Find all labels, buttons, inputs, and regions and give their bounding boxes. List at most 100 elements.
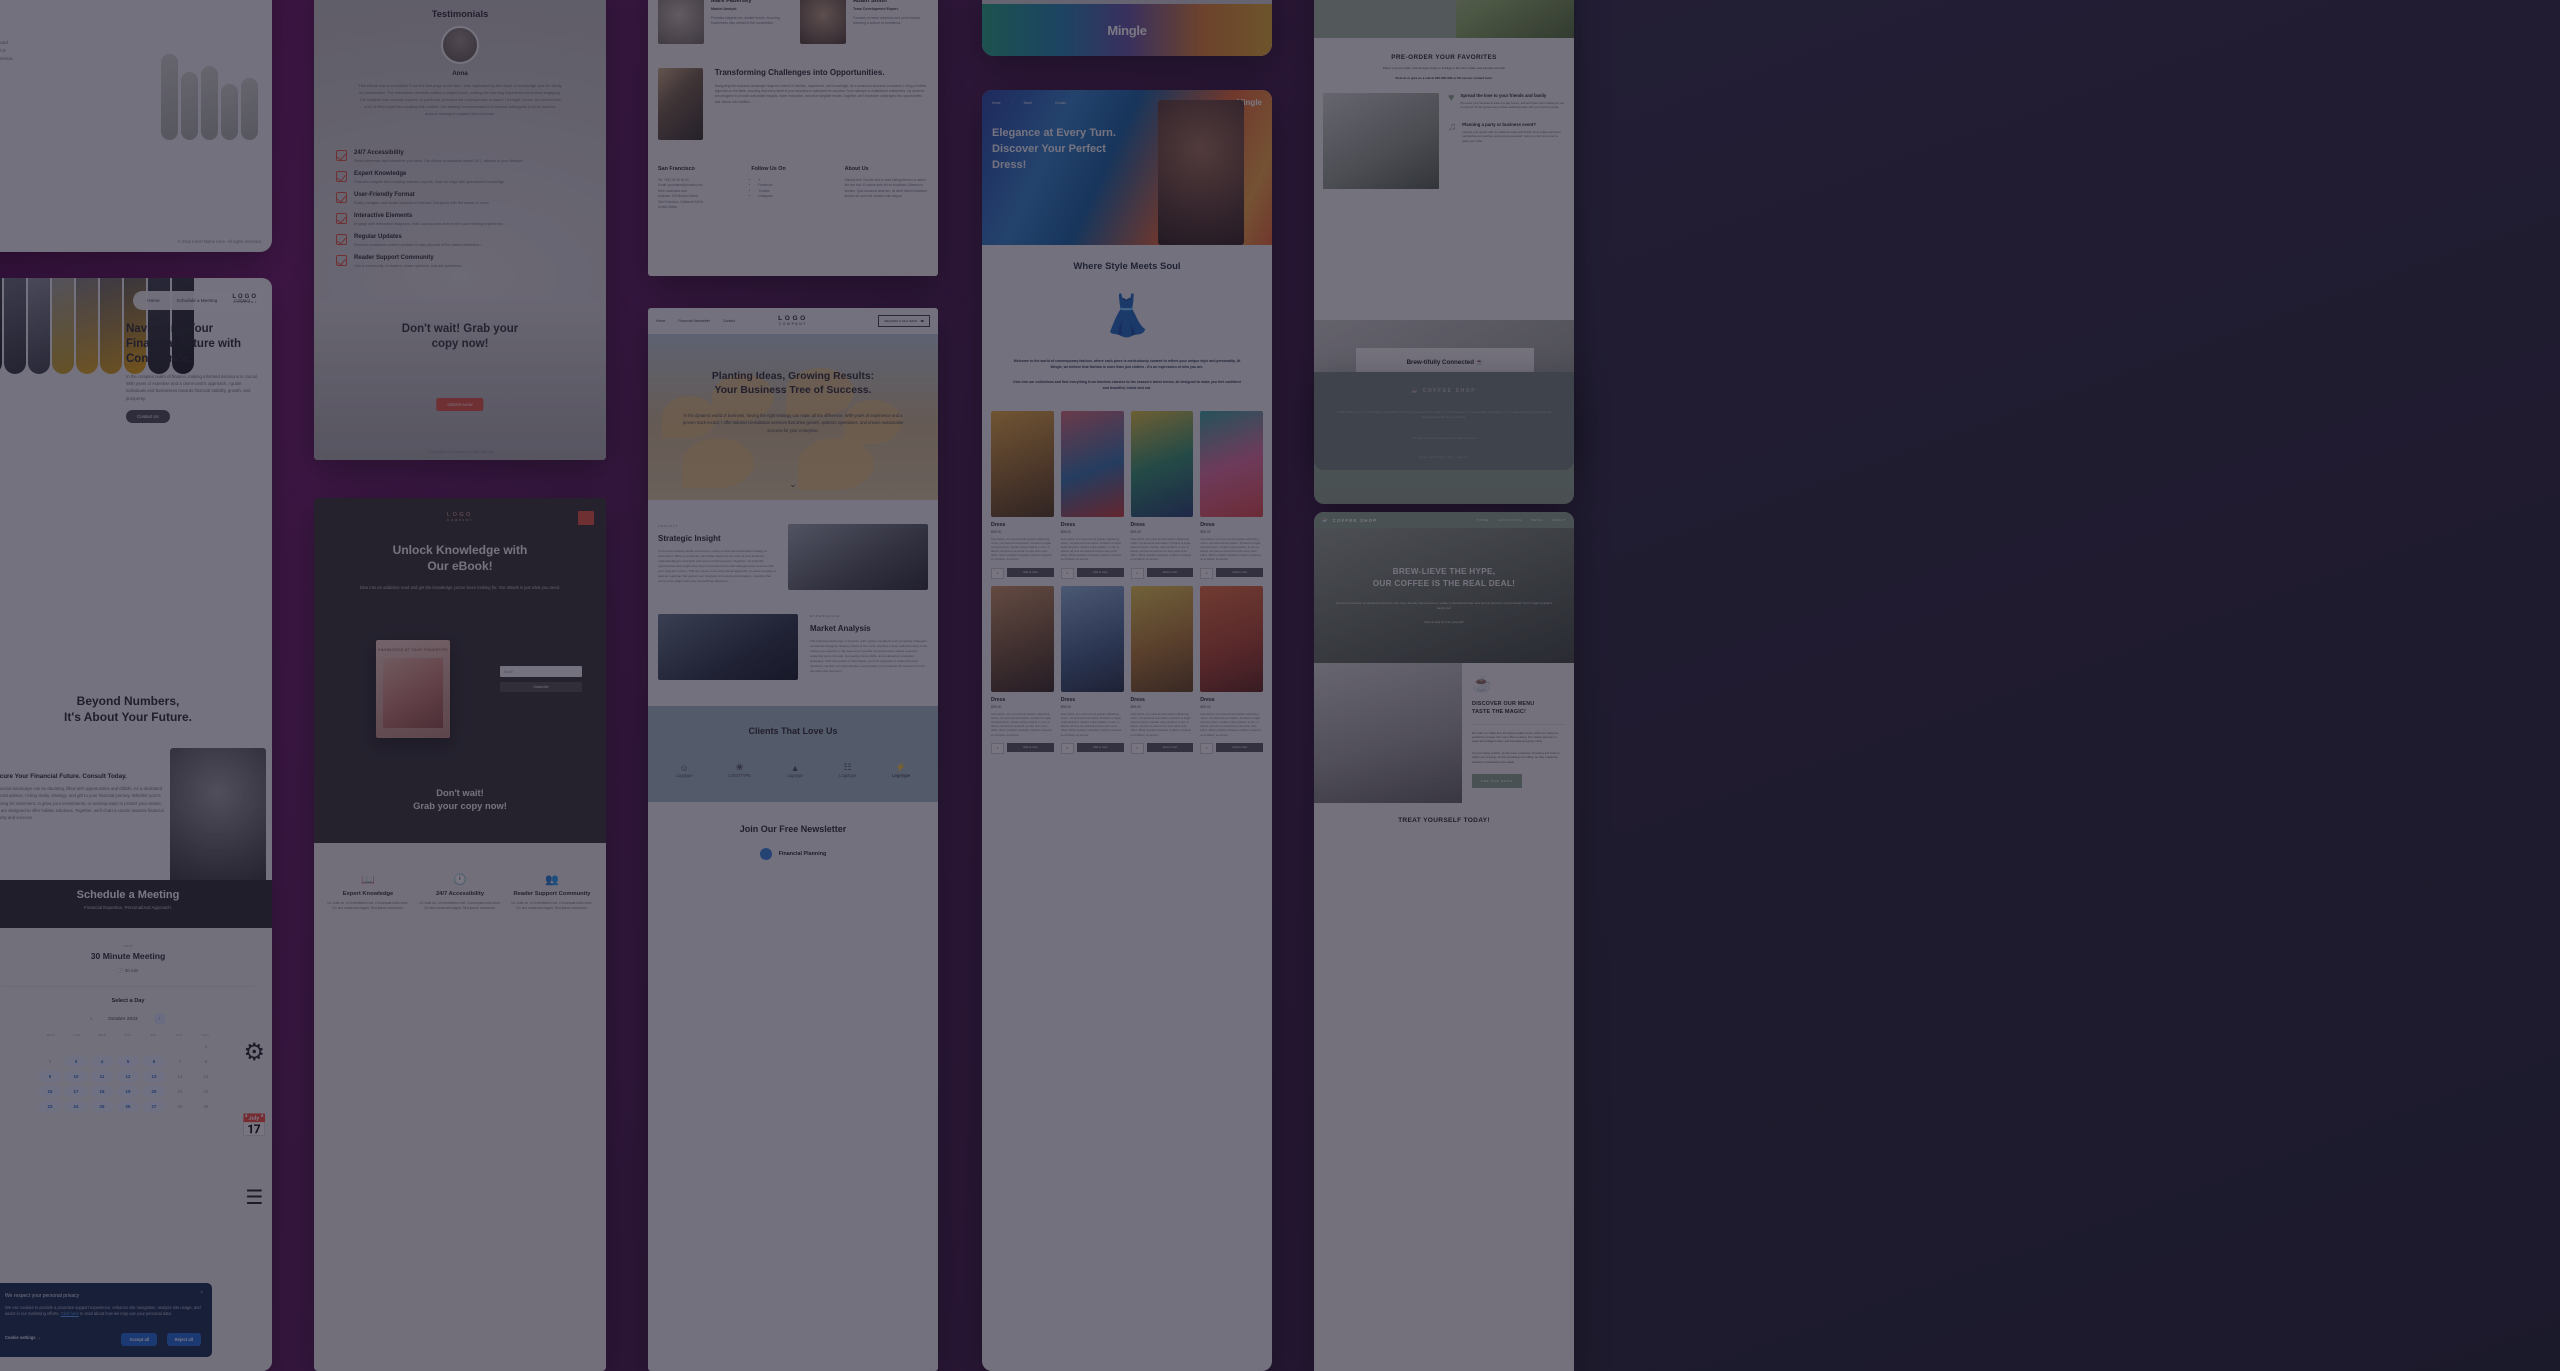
template-card-financial-advisor[interactable]: Home Schedule a Meeting Contact LOGO COM… xyxy=(0,278,272,1371)
nav-item-schedule[interactable]: Schedule a Meeting xyxy=(177,298,218,303)
calendar-day[interactable]: 12 xyxy=(116,1070,140,1083)
quantity-stepper[interactable]: 1 xyxy=(991,567,1004,579)
menu-icon[interactable] xyxy=(578,511,594,525)
add-to-cart-button[interactable]: Add to Cart xyxy=(1007,567,1054,577)
template-card-testimonials[interactable]: Testimonials Anna This eBook was a revel… xyxy=(314,0,606,460)
calendar-day[interactable]: 3 xyxy=(64,1055,88,1068)
add-to-cart-button[interactable]: Add to Cart xyxy=(1146,567,1194,577)
product-card[interactable]: Dress $99.00 Aute dolore, id in eiusmod el… xyxy=(1130,585,1194,754)
quantity-stepper[interactable]: 1 xyxy=(1060,567,1074,579)
nav-item-about[interactable]: About xyxy=(1024,101,1032,105)
template-card-coffee-main[interactable]: ☕ COFFEE SHOP HOME LOCATIONS MENU ABOUT … xyxy=(1314,512,1574,1371)
quantity-stepper[interactable]: 1 xyxy=(991,742,1004,754)
nav-item-about[interactable]: ABOUT xyxy=(1552,518,1566,522)
accept-all-button[interactable]: Accept all xyxy=(121,1333,158,1346)
add-to-cart-button[interactable]: Add to Cart xyxy=(1216,742,1263,752)
add-to-cart-button[interactable]: Add to Cart xyxy=(1216,567,1263,577)
product-card[interactable]: Dress $99.00 Aute dolore, id in eiusmod el… xyxy=(1130,410,1194,579)
coffee-shop-logo[interactable]: ☕ COFFEE SHOP xyxy=(1322,517,1377,523)
quantity-stepper[interactable]: 1 xyxy=(1130,742,1144,754)
calendar-day[interactable]: 27 xyxy=(142,1100,166,1113)
quantity-stepper[interactable]: 1 xyxy=(1200,742,1214,754)
calendar-day[interactable]: 11 xyxy=(90,1070,114,1083)
nav-item-home[interactable]: Home xyxy=(147,298,159,303)
email-field[interactable]: Email xyxy=(500,666,582,677)
product-grid[interactable]: Dress $99.00 Aute dolore, id in eiusmod el… xyxy=(982,401,1272,754)
chevron-down-icon[interactable]: ⌄ xyxy=(789,479,797,490)
nav-item-menu[interactable]: MENU xyxy=(1531,518,1543,522)
calendar-day[interactable]: 5 xyxy=(116,1055,140,1068)
product-card[interactable]: Dress $99.00 Aute dolore, id in eiusmod el… xyxy=(1200,585,1263,754)
calendar-day[interactable]: 10 xyxy=(64,1070,88,1083)
calendar-day[interactable]: 23 xyxy=(38,1100,62,1113)
subscribe-button[interactable]: Subscribe xyxy=(500,682,582,692)
nav-bar[interactable]: Home · About · Contact xyxy=(992,101,1066,105)
calendar-day[interactable]: 9 xyxy=(38,1070,62,1083)
nav-bar[interactable]: Home Financial Newsletter Contact LOGO C… xyxy=(648,308,938,334)
calendar-day[interactable]: 19 xyxy=(116,1085,140,1098)
style-heading-section: Where Style Meets Soul xyxy=(982,245,1272,272)
nav-item-home[interactable]: Home xyxy=(992,101,1001,105)
calendar-day[interactable]: 20 xyxy=(142,1085,166,1098)
calendar-day-empty xyxy=(142,1040,166,1053)
calendar-day[interactable]: 4 xyxy=(90,1055,114,1068)
calendar-day[interactable]: 17 xyxy=(64,1085,88,1098)
logo[interactable]: LOGO COMPANY xyxy=(314,512,606,523)
nav-item-home[interactable]: HOME xyxy=(1477,518,1489,522)
calendar-day[interactable]: 26 xyxy=(116,1100,140,1113)
logo[interactable]: LOGO COMPANY xyxy=(778,315,808,327)
nav-items[interactable]: HOME LOCATIONS MENU ABOUT xyxy=(1477,518,1566,522)
calendar-day[interactable]: 16 xyxy=(38,1085,62,1098)
subscribe-form[interactable]: Email Subscribe xyxy=(500,666,582,692)
nav-item-contact[interactable]: Contact xyxy=(1055,101,1066,105)
contact-us-button[interactable]: Contact Us xyxy=(126,410,170,423)
nav-item-locations[interactable]: LOCATIONS xyxy=(1498,518,1522,522)
cookie-policy-link[interactable]: Click here xyxy=(61,1311,79,1316)
mountain-icon: ▲ xyxy=(790,762,800,773)
cookie-consent-dialog[interactable]: × We respect your personal privacy We us… xyxy=(0,1282,212,1357)
calendar[interactable]: ‹ October 2023 › MON TUE WED THU FRI SAT… xyxy=(38,1013,218,1113)
calendar-day[interactable]: 6 xyxy=(142,1055,166,1068)
template-card-ebook[interactable]: LOGO COMPANY Unlock Knowledge with Our e… xyxy=(314,498,606,1371)
order-now-button[interactable]: ORDER NOW xyxy=(436,398,484,411)
reject-all-button[interactable]: Reject all xyxy=(166,1333,201,1346)
close-icon[interactable]: × xyxy=(200,1290,203,1296)
product-card[interactable]: Dress $99.00 Aute dolore, id in eiusmod el… xyxy=(1060,585,1124,754)
template-card-consulting[interactable]: Home Financial Newsletter Contact LOGO C… xyxy=(648,308,938,1371)
nav-item-home[interactable]: Home xyxy=(656,319,665,323)
see-our-menu-button[interactable]: SEE OUR MENU xyxy=(1472,773,1522,788)
template-card-coffee-footer[interactable]: ☕ COFFEE SHOP Coffee Shop is not a real … xyxy=(1314,372,1574,504)
client-logo-label: Logotype xyxy=(786,772,804,778)
next-month-button[interactable]: › xyxy=(153,1013,166,1025)
nav-bar[interactable]: ☕ COFFEE SHOP HOME LOCATIONS MENU ABOUT xyxy=(1314,512,1574,528)
nav-item-newsletter[interactable]: Financial Newsletter xyxy=(678,319,710,323)
quantity-stepper[interactable]: 1 xyxy=(1130,567,1144,579)
add-to-cart-button[interactable]: Add to Cart xyxy=(1076,742,1124,752)
template-card-mingle-shop[interactable]: Home · About · Contact Mingle Elegance a… xyxy=(982,90,1272,1371)
product-card[interactable]: Dress $99.00 Aute dolore, id in eiusmod el… xyxy=(991,410,1054,579)
nav-item-contact[interactable]: Contact xyxy=(723,319,735,323)
product-card[interactable]: Dress $99.00 Aute dolore, id in eiusmod el… xyxy=(991,585,1054,754)
quantity-stepper[interactable]: 1 xyxy=(1060,742,1074,754)
product-card[interactable]: Dress $99.00 Aute dolore, id in eiusmod el… xyxy=(1200,410,1263,579)
cookie-settings-link[interactable]: Cookie settings → xyxy=(5,1335,41,1340)
calendar-grid[interactable]: 1 2 3 4 5 6 7 8 9 10 11 12 13 14 15 16 17 18 19 20 21 22 23 24 2… xyxy=(38,1040,218,1113)
product-price: $99.00 xyxy=(1200,529,1211,534)
template-card-finance-services[interactable]: Planning your legacy is preserved and pa… xyxy=(0,0,272,252)
request-callback-button[interactable]: REQUEST A CALL BACK ☎ xyxy=(878,315,930,327)
template-card-team[interactable]: Mark Fabersky Market Analyst Provides in… xyxy=(648,0,938,276)
quantity-stepper[interactable]: 1 xyxy=(1200,567,1214,579)
template-card-mingle-banner[interactable]: Design with Designer Pro+ | Xara.com Min… xyxy=(982,0,1272,56)
add-to-cart-button[interactable]: Add to Cart xyxy=(1007,742,1054,752)
calendar-day[interactable]: 13 xyxy=(142,1070,166,1083)
social-link[interactable]: Instagram xyxy=(758,194,834,199)
calendar-day[interactable]: 25 xyxy=(90,1100,114,1113)
calendar-day[interactable]: 18 xyxy=(90,1085,114,1098)
calendar-day[interactable]: 24 xyxy=(64,1100,88,1113)
add-to-cart-button[interactable]: Add to Cart xyxy=(1076,567,1124,577)
booking-widget[interactable]: xara 30 Minute Meeting 🕓 30 min Select a… xyxy=(0,928,272,1371)
logo[interactable]: LOGO COMPANY xyxy=(232,294,258,304)
add-to-cart-button[interactable]: Add to Cart xyxy=(1146,742,1194,752)
product-card[interactable]: Dress $99.00 Aute dolore, id in eiusmod el… xyxy=(1060,410,1124,579)
prev-month-button[interactable]: ‹ xyxy=(90,1017,92,1022)
